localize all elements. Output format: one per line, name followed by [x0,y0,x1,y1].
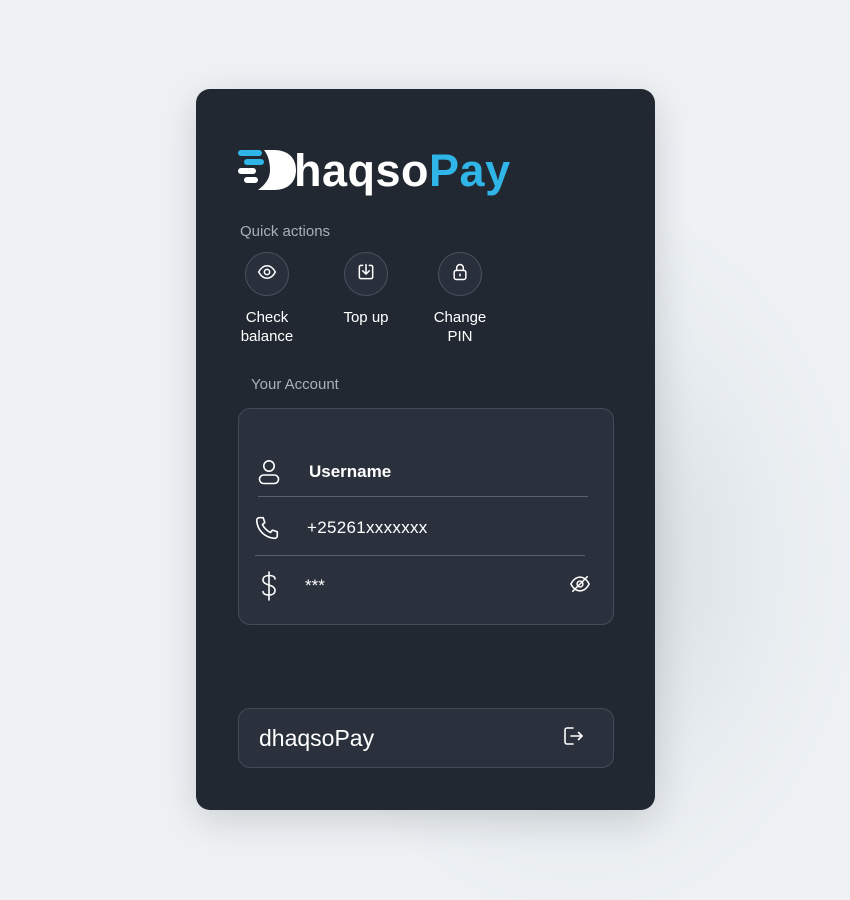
top-up-action[interactable]: Top up [326,252,406,327]
top-up-label: Top up [343,309,389,326]
change-pin-label: Change PIN [433,309,487,345]
eye-off-icon [569,573,591,600]
phone-row: +25261xxxxxxx [253,511,428,545]
brand-wordmark: haqsoPay [294,143,511,199]
account-card: Username +25261xxxxxxx *** [238,408,614,625]
change-pin-action[interactable]: Change PIN [420,252,500,346]
check-balance-action[interactable]: Check balance [227,252,307,346]
your-account-label: Your Account [251,376,339,393]
username-text: Username [309,462,392,481]
brand-name-part2: Pay [429,145,511,196]
phone-icon [253,515,281,541]
toggle-balance-visibility-button[interactable] [565,573,595,600]
footer-bar: dhaqsoPay [238,708,614,768]
username-row: Username [255,455,391,489]
balance-row: *** [255,568,595,604]
brand-logo: haqsoPay [236,143,511,199]
eye-icon [257,262,277,287]
lock-icon [450,262,470,287]
user-icon [255,459,283,485]
speed-d-logo-icon [236,146,298,196]
change-pin-button[interactable] [438,252,482,296]
app-card: haqsoPay Quick actions Check balance Top… [196,89,655,810]
divider [258,496,588,497]
top-up-button[interactable] [344,252,388,296]
logout-button[interactable] [559,724,587,752]
download-tray-icon [356,262,376,287]
quick-actions-label: Quick actions [240,223,331,240]
phone-number-text: +25261xxxxxxx [307,518,428,537]
logout-icon [561,724,585,753]
footer-brand-text: dhaqsoPay [259,724,375,751]
balance-masked-text: *** [305,576,325,595]
brand-name-part1: haqso [294,145,430,196]
check-balance-button[interactable] [245,252,289,296]
divider [255,555,585,556]
dollar-icon [255,571,283,601]
check-balance-label: Check balance [240,309,294,345]
